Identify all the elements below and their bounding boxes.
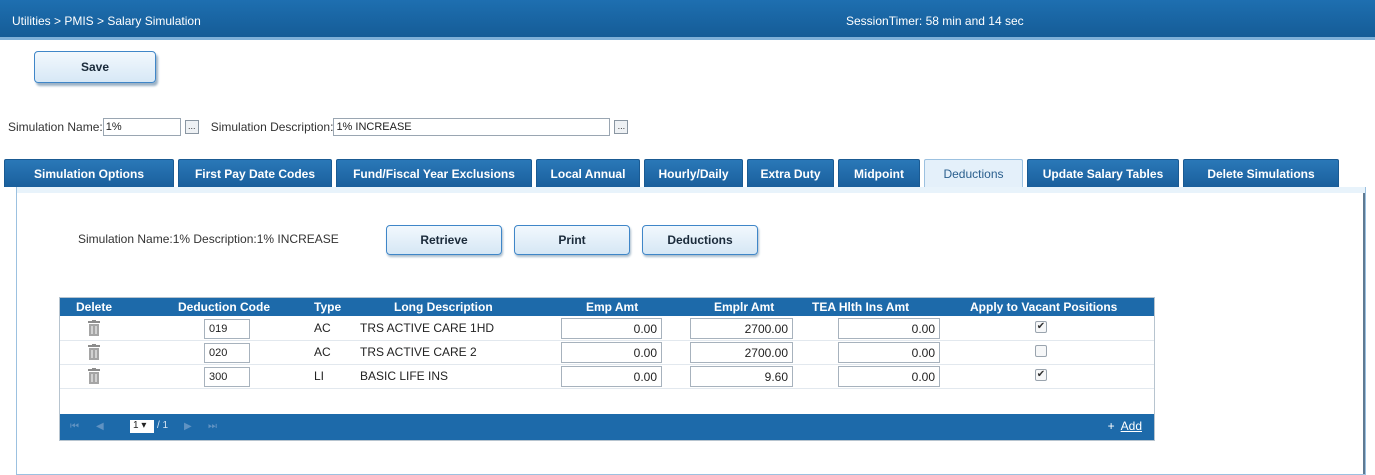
- column-header-long-description[interactable]: Long Description: [394, 300, 493, 314]
- tab-first-pay-date-codes[interactable]: First Pay Date Codes: [178, 159, 332, 187]
- column-header-deduction-code[interactable]: Deduction Code: [178, 300, 270, 314]
- header-bar: Utilities > PMIS > Salary Simulation Ses…: [0, 0, 1375, 40]
- tab-fund-fiscal-year-exclusions[interactable]: Fund/Fiscal Year Exclusions: [336, 159, 532, 187]
- session-timer: SessionTimer: 58 min and 14 sec: [846, 14, 1024, 28]
- trash-icon[interactable]: [88, 368, 100, 384]
- column-header-emp-amt[interactable]: Emp Amt: [586, 300, 638, 314]
- table-row: 300 LI BASIC LIFE INS 0.00 9.60 0.00 ✔: [60, 365, 1154, 389]
- page-select[interactable]: 1 ▾: [130, 420, 154, 433]
- tab-hourly-daily[interactable]: Hourly/Daily: [644, 159, 743, 187]
- grid-header: Delete Deduction Code Type Long Descript…: [60, 298, 1154, 316]
- simulation-description-label: Simulation Description:: [210, 120, 334, 134]
- next-page-icon[interactable]: ▶: [184, 421, 192, 432]
- simulation-info: Simulation Name:1% Description:1% INCREA…: [78, 232, 339, 246]
- deduction-type: AC: [314, 321, 331, 335]
- emplr-amt-input[interactable]: 9.60: [690, 366, 793, 387]
- tea-hlth-ins-amt-input[interactable]: 0.00: [838, 318, 940, 339]
- apply-to-vacant-checkbox[interactable]: [1035, 345, 1047, 357]
- emp-amt-input[interactable]: 0.00: [561, 366, 662, 387]
- tea-hlth-ins-amt-input[interactable]: 0.00: [838, 342, 940, 363]
- apply-to-vacant-checkbox[interactable]: ✔: [1035, 369, 1047, 381]
- apply-to-vacant-checkbox[interactable]: ✔: [1035, 321, 1047, 333]
- table-row: 020 AC TRS ACTIVE CARE 2 0.00 2700.00 0.…: [60, 341, 1154, 365]
- emp-amt-input[interactable]: 0.00: [561, 342, 662, 363]
- simulation-description-lookup-button[interactable]: ...: [614, 120, 629, 134]
- tab-simulation-options[interactable]: Simulation Options: [4, 159, 174, 187]
- add-link-label: Add: [1120, 419, 1142, 433]
- prev-page-icon[interactable]: ◀: [96, 421, 104, 432]
- tab-deductions[interactable]: Deductions: [924, 159, 1023, 187]
- simulation-name-lookup-button[interactable]: ...: [184, 120, 199, 134]
- breadcrumb[interactable]: Utilities > PMIS > Salary Simulation: [12, 14, 201, 28]
- tab-delete-simulations[interactable]: Delete Simulations: [1183, 159, 1339, 187]
- long-description: BASIC LIFE INS: [360, 369, 449, 383]
- trash-icon[interactable]: [88, 344, 100, 360]
- simulation-name-input[interactable]: [102, 118, 181, 136]
- tab-bar: Simulation Options First Pay Date Codes …: [4, 159, 1343, 187]
- save-button[interactable]: Save: [34, 51, 156, 83]
- table-row: 019 AC TRS ACTIVE CARE 1HD 0.00 2700.00 …: [60, 317, 1154, 341]
- deduction-code-input[interactable]: 020: [204, 343, 250, 363]
- grid-pager: ⏮ ◀ 1 ▾ / 1 ▶ ⏭ + Add: [60, 414, 1154, 440]
- tea-hlth-ins-amt-input[interactable]: 0.00: [838, 366, 940, 387]
- long-description: TRS ACTIVE CARE 1HD: [360, 321, 495, 335]
- tab-midpoint[interactable]: Midpoint: [838, 159, 920, 187]
- column-header-emplr-amt[interactable]: Emplr Amt: [714, 300, 774, 314]
- column-header-type[interactable]: Type: [314, 300, 341, 314]
- tab-update-salary-tables[interactable]: Update Salary Tables: [1027, 159, 1179, 187]
- tab-extra-duty[interactable]: Extra Duty: [747, 159, 834, 187]
- deduction-type: LI: [314, 369, 325, 383]
- simulation-row: Simulation Name: ... Simulation Descript…: [8, 118, 629, 136]
- emplr-amt-input[interactable]: 2700.00: [690, 318, 793, 339]
- emplr-amt-input[interactable]: 2700.00: [690, 342, 793, 363]
- column-header-apply-to-vacant-positions[interactable]: Apply to Vacant Positions: [970, 300, 1117, 314]
- column-header-delete[interactable]: Delete: [76, 300, 112, 314]
- add-row-button[interactable]: + Add: [1108, 419, 1142, 433]
- simulation-description-input[interactable]: [333, 118, 611, 136]
- long-description: TRS ACTIVE CARE 2: [360, 345, 477, 359]
- deductions-button[interactable]: Deductions: [642, 225, 758, 255]
- retrieve-button[interactable]: Retrieve: [386, 225, 502, 255]
- print-button[interactable]: Print: [514, 225, 630, 255]
- page-total: / 1: [157, 420, 169, 431]
- deduction-code-input[interactable]: 019: [204, 319, 250, 339]
- emp-amt-input[interactable]: 0.00: [561, 318, 662, 339]
- column-header-tea-hlth-ins-amt[interactable]: TEA Hlth Ins Amt: [812, 300, 909, 314]
- simulation-name-label: Simulation Name:: [8, 120, 103, 134]
- deductions-grid: Delete Deduction Code Type Long Descript…: [59, 297, 1155, 441]
- last-page-icon[interactable]: ⏭: [208, 421, 217, 432]
- trash-icon[interactable]: [88, 320, 100, 336]
- first-page-icon[interactable]: ⏮: [70, 421, 79, 432]
- plus-icon: +: [1107, 419, 1115, 433]
- tab-local-annual[interactable]: Local Annual: [536, 159, 640, 187]
- deduction-type: AC: [314, 345, 331, 359]
- deduction-code-input[interactable]: 300: [204, 367, 250, 387]
